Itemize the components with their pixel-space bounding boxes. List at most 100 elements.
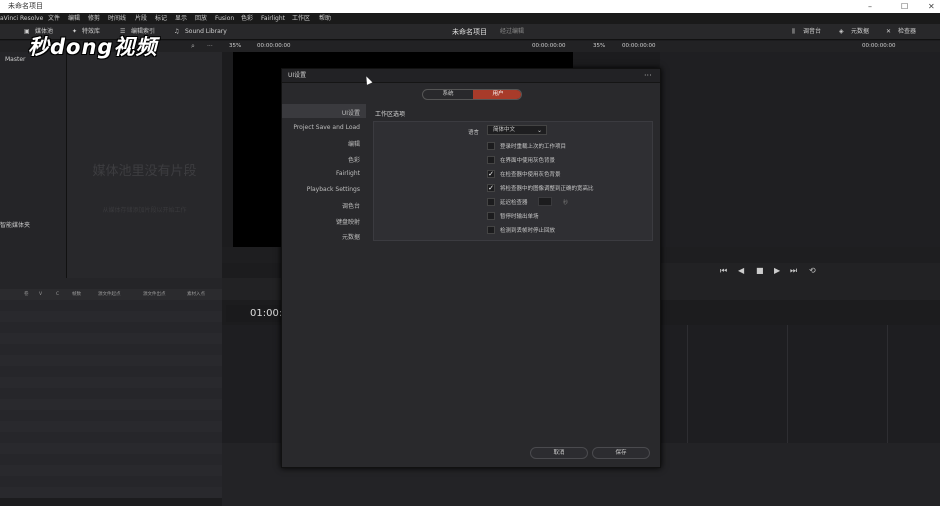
menu-item-clip[interactable]: 片段 xyxy=(135,13,147,24)
col-reel[interactable]: 卷 xyxy=(24,289,29,300)
menu-item-workspace[interactable]: 工作区 xyxy=(292,13,310,24)
timecode-left-end: 00:00:00:00 xyxy=(532,43,566,49)
menu-item-edit[interactable]: 编辑 xyxy=(68,13,80,24)
table-row xyxy=(0,454,222,465)
save-button[interactable]: 保存 xyxy=(592,447,650,459)
sound-library-button[interactable]: Sound Library xyxy=(185,24,227,40)
option-label: 在界面中使用灰色背景 xyxy=(500,158,556,164)
menu-item-playback[interactable]: 回放 xyxy=(195,13,207,24)
option-label: 将检查器中的图像调整到正确的宽高比 xyxy=(500,186,594,192)
search-icon[interactable]: ⌕ xyxy=(191,41,195,52)
option-label: 延迟检查器 xyxy=(500,200,528,206)
nav-fairlight[interactable]: Fairlight xyxy=(336,170,360,177)
stop-icon[interactable]: ■ xyxy=(756,263,764,278)
checkbox-delay-viewer[interactable] xyxy=(487,198,495,206)
dialog-more-icon[interactable]: ··· xyxy=(644,69,652,82)
play-reverse-icon[interactable]: ◀ xyxy=(738,263,744,278)
table-row xyxy=(0,410,222,421)
dialog-title: UI设置 xyxy=(282,69,660,83)
media-list-columns: 卷 V C 帧数 源文件起点 源文件出点 素材入点 xyxy=(0,289,222,300)
menu-item-fairlight[interactable]: Fairlight xyxy=(261,13,285,24)
table-row xyxy=(0,344,222,355)
bin-master[interactable]: Master xyxy=(5,56,26,63)
menu-item-view[interactable]: 显示 xyxy=(175,13,187,24)
tab-system[interactable]: 系统 xyxy=(423,90,473,99)
zoom-left[interactable]: 35% xyxy=(229,41,241,52)
go-first-icon[interactable]: ⏮ xyxy=(720,263,727,278)
col-frames[interactable]: 帧数 xyxy=(72,289,81,300)
delay-seconds-input[interactable] xyxy=(538,197,552,206)
mixer-icon[interactable]: ⫼ xyxy=(792,24,795,40)
language-value: 简体中文 xyxy=(493,127,516,133)
table-row xyxy=(0,421,222,432)
checkbox-reload-last-project[interactable] xyxy=(487,142,495,150)
maximize-button[interactable]: ☐ xyxy=(901,0,908,13)
checkbox-viewer-aspect-ratio[interactable]: ✓ xyxy=(487,184,495,192)
sound-library-icon[interactable]: ♫ xyxy=(174,24,179,40)
more-icon[interactable]: ··· xyxy=(207,41,213,52)
smart-bins-label[interactable]: 智能媒体夹 xyxy=(0,220,30,229)
menu-item-mark[interactable]: 标记 xyxy=(155,13,167,24)
nav-edit[interactable]: 编辑 xyxy=(348,139,360,148)
nav-control-panels[interactable]: 调色台 xyxy=(342,201,360,210)
viewer-toolbar: 35% 00:00:00:00 00:00:00:00 35% 00:00:00… xyxy=(222,41,940,52)
metadata-button[interactable]: 元数据 xyxy=(851,24,869,40)
checkbox-stop-on-dropped-frames[interactable] xyxy=(487,226,495,234)
timeline-viewer[interactable] xyxy=(660,52,940,247)
col-c[interactable]: C xyxy=(56,289,59,300)
table-row xyxy=(0,300,222,311)
timeline-timecode: 01:00: xyxy=(226,305,282,322)
settings-tab-switch: 系统 用户 xyxy=(422,89,522,100)
menu-item-help[interactable]: 帮助 xyxy=(319,13,331,24)
cancel-button[interactable]: 取消 xyxy=(530,447,588,459)
loop-icon[interactable]: ⟲ xyxy=(809,263,816,278)
timecode-left: 00:00:00:00 xyxy=(257,43,291,49)
section-title: 工作区选项 xyxy=(375,111,406,118)
checkbox-gray-ui-background[interactable] xyxy=(487,156,495,164)
nav-color[interactable]: 色彩 xyxy=(348,155,360,164)
edited-status: 经过编辑 xyxy=(500,28,525,35)
checkbox-single-field-on-pause[interactable] xyxy=(487,212,495,220)
menu-item-file[interactable]: 文件 xyxy=(48,13,60,24)
menu-item-app[interactable]: aVinci Resolve xyxy=(0,13,43,24)
nav-ui-settings[interactable]: UI设置 xyxy=(342,108,360,117)
table-row xyxy=(0,443,222,454)
table-row xyxy=(0,333,222,344)
col-v[interactable]: V xyxy=(39,289,42,300)
timecode-right-end: 00:00:00:00 xyxy=(862,43,896,49)
language-select[interactable]: 简体中文 ⌄ xyxy=(487,125,547,135)
nav-metadata[interactable]: 元数据 xyxy=(342,232,360,241)
col-source-start[interactable]: 源文件起点 xyxy=(98,289,121,300)
nav-playback-settings[interactable]: Playback Settings xyxy=(307,186,360,193)
option-label: 在检查器中使用灰色背景 xyxy=(500,172,561,178)
menu-item-fusion[interactable]: Fusion xyxy=(215,13,234,24)
nav-keyboard-mapping[interactable]: 键盘映射 xyxy=(336,217,360,226)
menu-item-timeline[interactable]: 时间线 xyxy=(108,13,126,24)
col-clip-in[interactable]: 素材入点 xyxy=(187,289,205,300)
delay-unit: 秒 xyxy=(563,200,569,206)
timecode-right: 00:00:00:00 xyxy=(622,43,656,49)
col-source-end[interactable]: 源文件出点 xyxy=(143,289,166,300)
close-button[interactable]: ✕ xyxy=(928,0,935,13)
option-label: 暂停时输出单场 xyxy=(500,214,539,220)
mixer-button[interactable]: 调音台 xyxy=(803,24,821,40)
menu-item-color[interactable]: 色彩 xyxy=(241,13,253,24)
inspector-icon[interactable]: ✕ xyxy=(886,24,891,40)
workspace-options-panel xyxy=(373,121,653,241)
go-last-icon[interactable]: ⏭ xyxy=(790,263,797,278)
minimize-button[interactable]: – xyxy=(868,0,872,13)
transport-controls: ⏮ ◀ ■ ▶ ⏭ ⟲ xyxy=(660,263,940,278)
zoom-right[interactable]: 35% xyxy=(593,41,605,52)
menu-item-trim[interactable]: 修剪 xyxy=(88,13,100,24)
checkbox-gray-viewer-background[interactable]: ✓ xyxy=(487,170,495,178)
nav-project-save-load[interactable]: Project Save and Load xyxy=(293,124,360,131)
tab-user[interactable]: 用户 xyxy=(473,90,521,99)
table-row xyxy=(0,399,222,410)
bin-list xyxy=(0,52,67,278)
inspector-button[interactable]: 检查器 xyxy=(898,24,916,40)
play-icon[interactable]: ▶ xyxy=(774,263,780,278)
media-list-header xyxy=(0,278,222,289)
table-row xyxy=(0,432,222,443)
table-row xyxy=(0,465,222,476)
metadata-icon[interactable]: ◈ xyxy=(839,24,844,40)
